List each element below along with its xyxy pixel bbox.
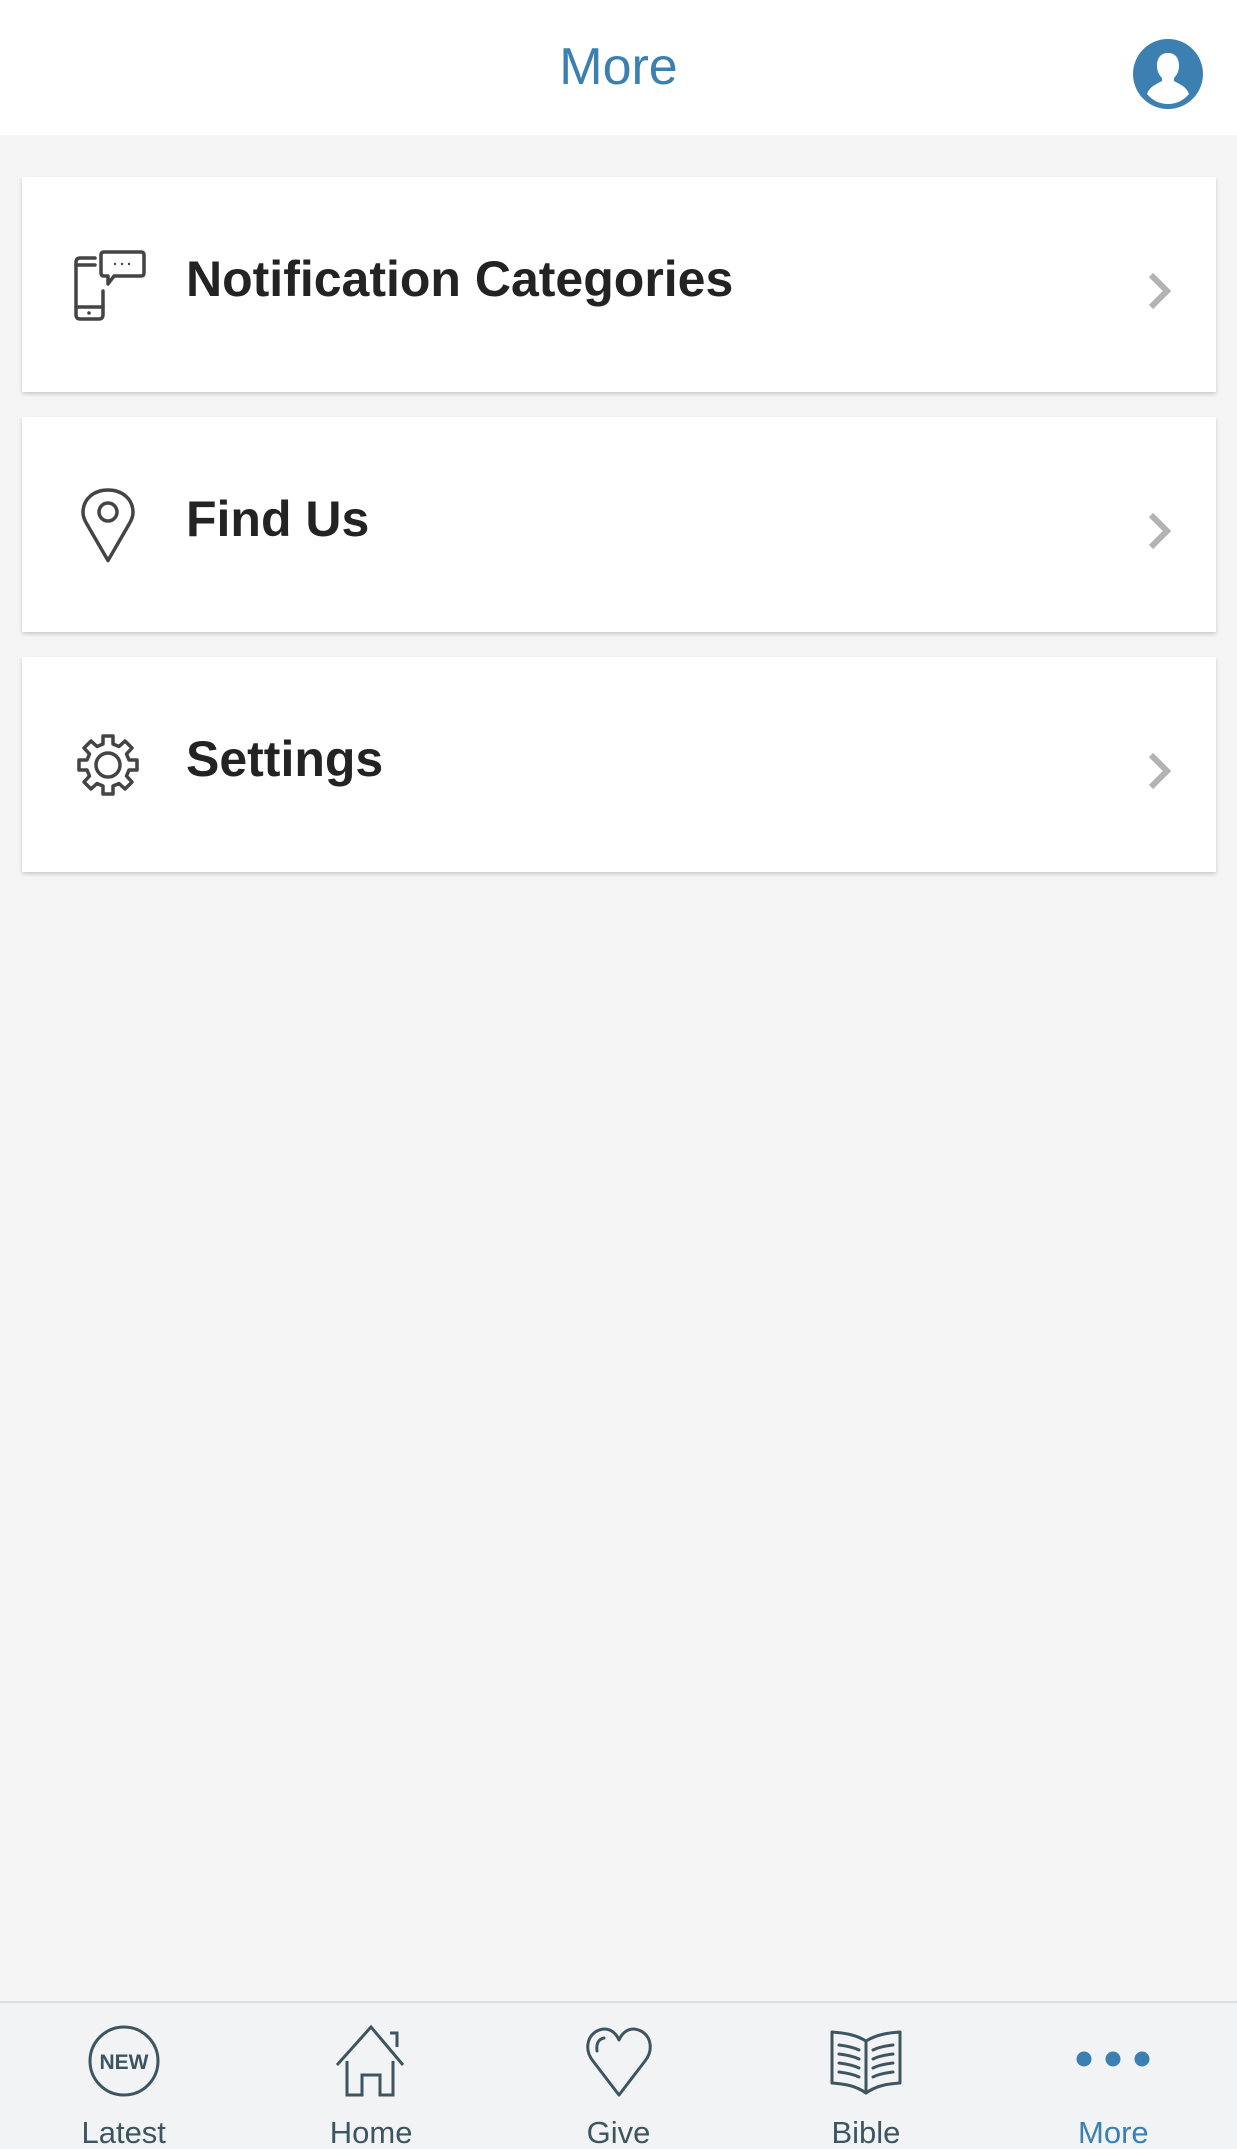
- phone-message-icon: [74, 250, 146, 321]
- tab-label: More: [1078, 2115, 1149, 2149]
- menu-item-notification-categories[interactable]: Notification Categories: [22, 177, 1216, 392]
- tab-more[interactable]: More: [990, 2003, 1237, 2149]
- new-badge-icon: NEW: [88, 2025, 160, 2097]
- tab-label: Bible: [831, 2115, 901, 2149]
- tab-give[interactable]: Give: [495, 2003, 742, 2149]
- tab-label: Give: [586, 2115, 651, 2149]
- tab-bible[interactable]: Bible: [742, 2003, 989, 2149]
- menu-list: Notification Categories Find Us Settings: [22, 177, 1216, 897]
- gear-icon: [77, 734, 139, 796]
- chevron-right-icon: [1148, 272, 1172, 310]
- map-pin-icon: [81, 488, 135, 563]
- profile-button[interactable]: [1133, 39, 1203, 109]
- chevron-right-icon: [1148, 512, 1172, 550]
- menu-item-find-us[interactable]: Find Us: [22, 417, 1216, 632]
- tab-label: Home: [329, 2115, 413, 2149]
- more-dots-icon: [1076, 2051, 1150, 2067]
- header-bar: More: [0, 0, 1237, 135]
- home-icon: [335, 2024, 405, 2097]
- bottom-tab-bar: NEW Latest Home Give Bible More: [0, 2001, 1237, 2149]
- tab-home[interactable]: Home: [247, 2003, 494, 2149]
- menu-item-settings[interactable]: Settings: [22, 657, 1216, 872]
- menu-item-label: Settings: [186, 730, 384, 787]
- chevron-right-icon: [1148, 752, 1172, 790]
- heart-icon: [585, 2027, 652, 2097]
- user-avatar-icon: [1133, 39, 1203, 109]
- tab-latest[interactable]: NEW Latest: [0, 2003, 247, 2149]
- menu-item-label: Notification Categories: [186, 250, 734, 307]
- page-title: More: [559, 38, 678, 96]
- open-book-icon: [830, 2030, 902, 2095]
- new-badge-text: NEW: [99, 2051, 148, 2074]
- tab-label: Latest: [81, 2115, 166, 2149]
- menu-item-label: Find Us: [186, 490, 370, 547]
